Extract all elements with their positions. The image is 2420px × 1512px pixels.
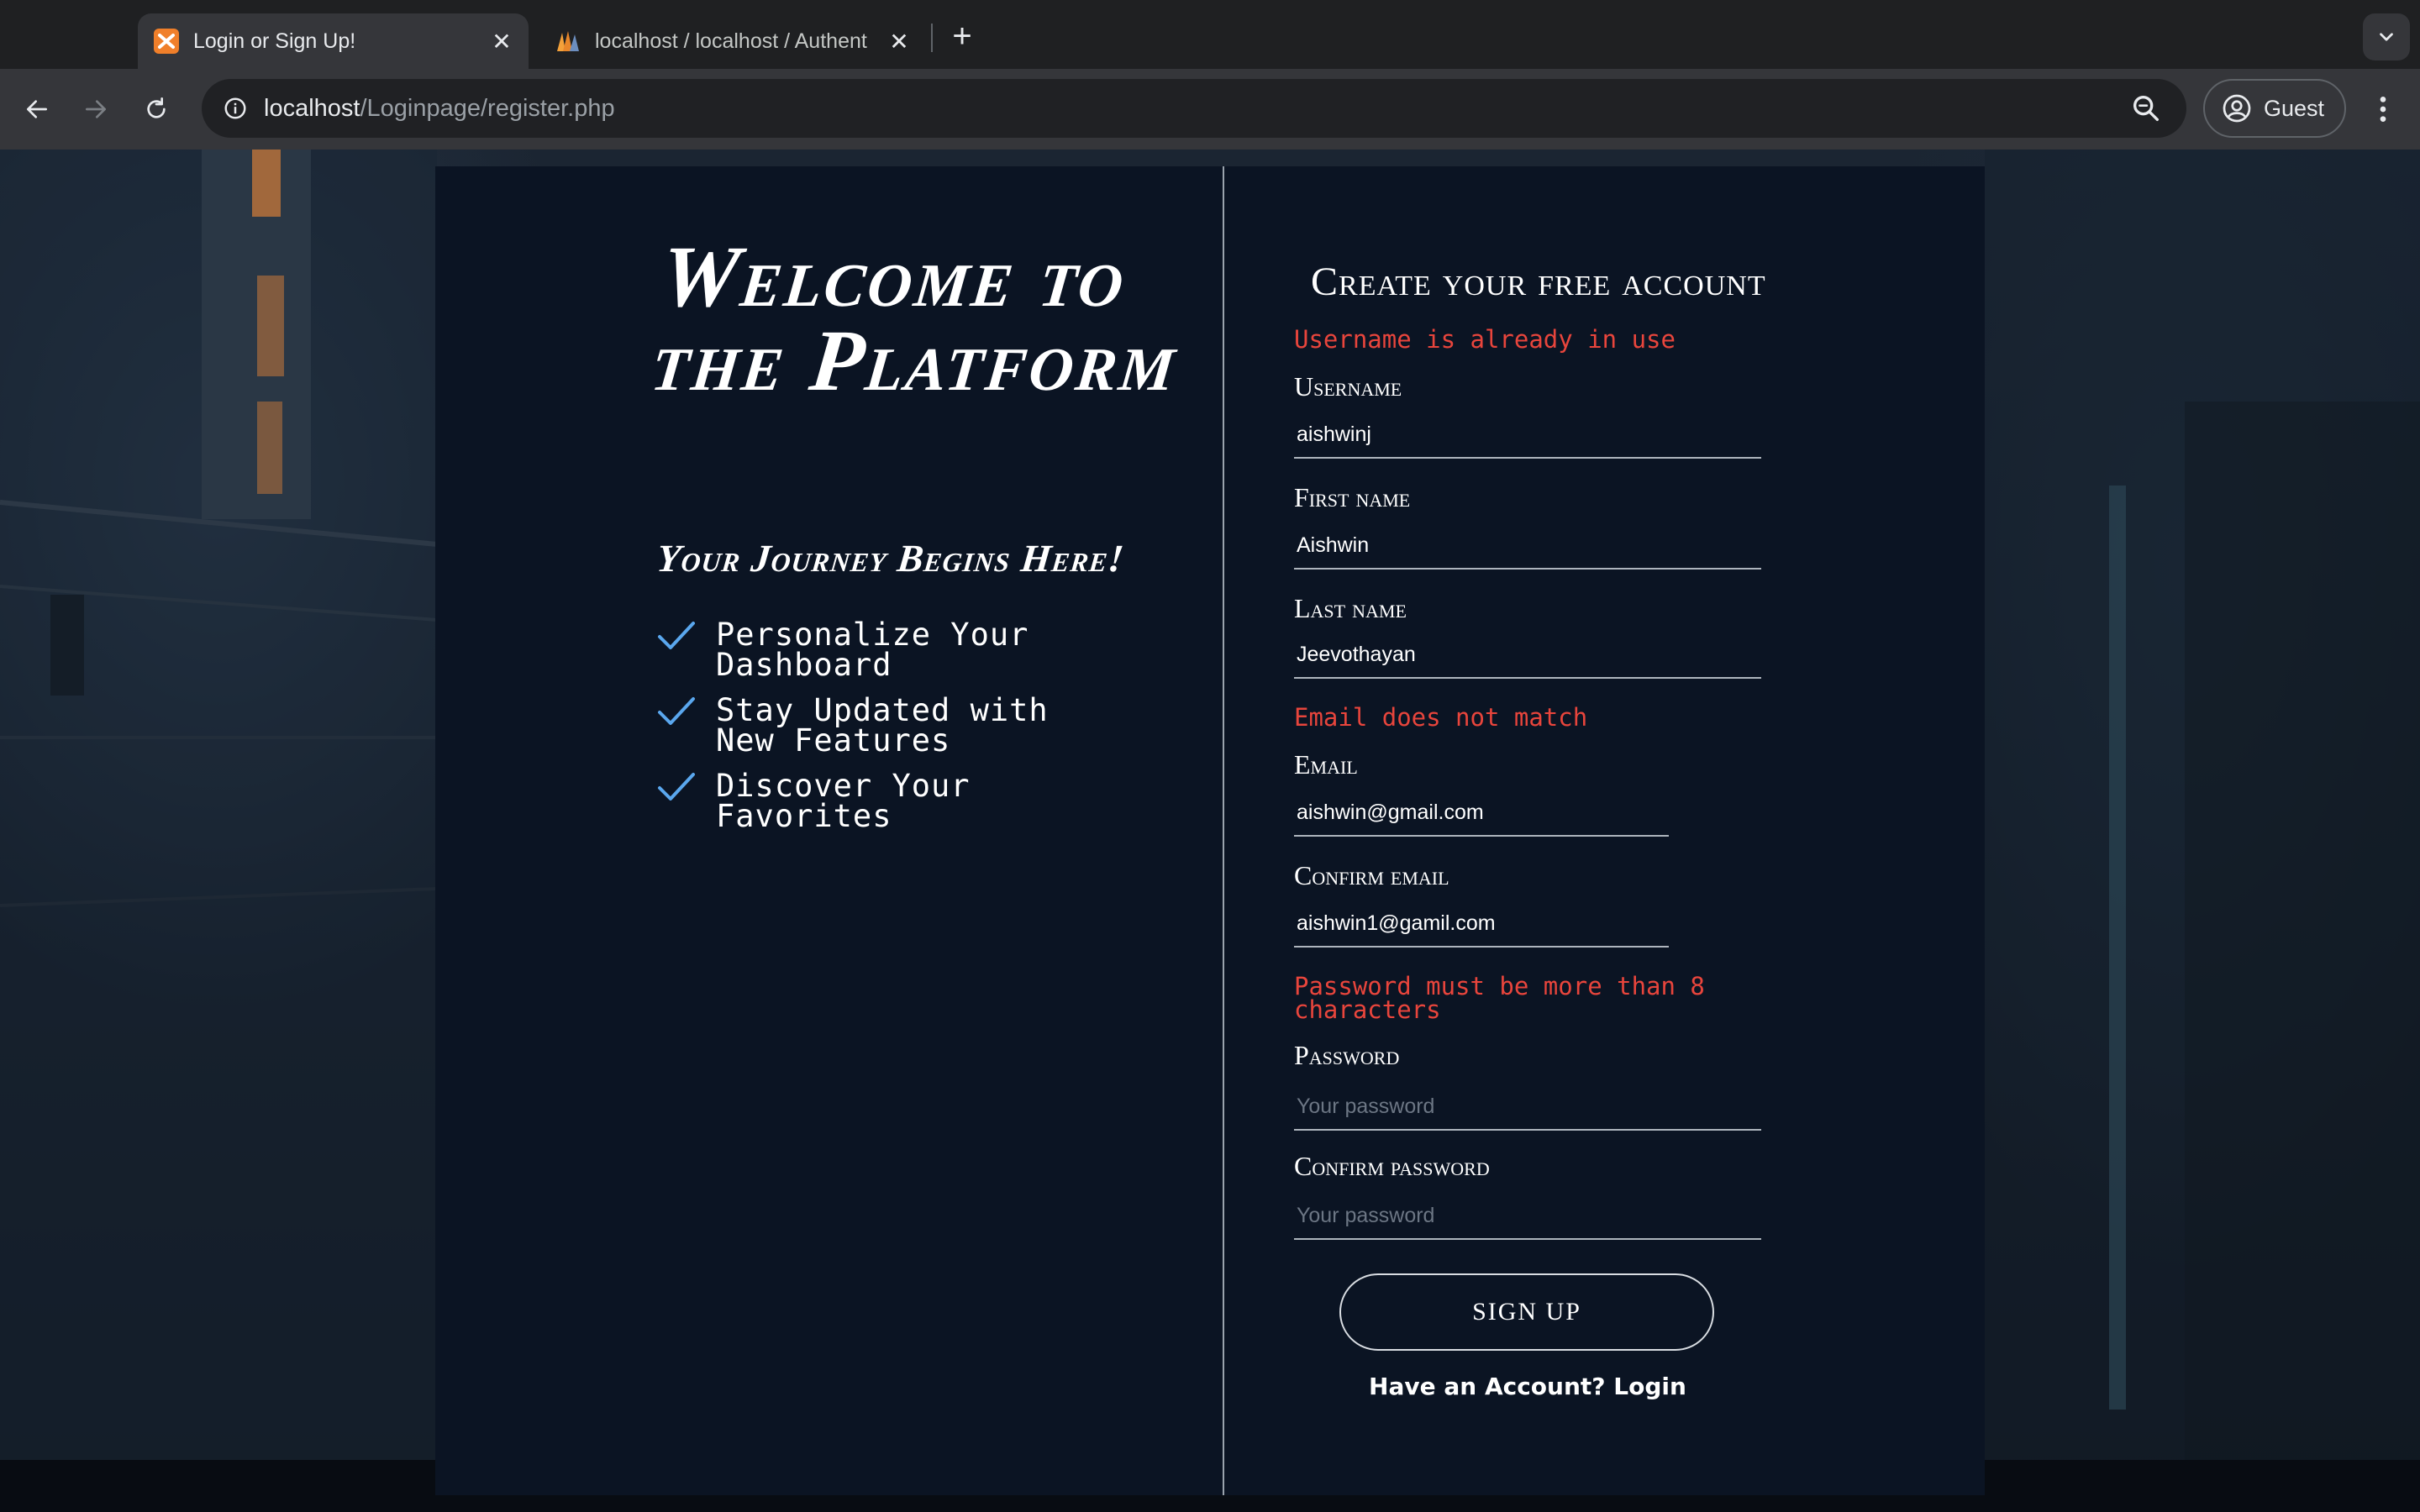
- tab-search-button[interactable]: [2363, 13, 2410, 60]
- feature-text: Discover Your Favorites: [716, 768, 971, 834]
- username-field[interactable]: [1294, 412, 1761, 459]
- confirm-password-label: Confirm password: [1294, 1151, 1490, 1181]
- chevron-down-icon: [2380, 33, 2393, 41]
- zoom-icon[interactable]: [2129, 92, 2163, 125]
- email-input[interactable]: [1294, 790, 1669, 835]
- checkmark-icon: [658, 697, 695, 725]
- reload-button[interactable]: [136, 89, 176, 129]
- browser-toolbar: localhost/Loginpage/register.php Guest: [0, 69, 2420, 150]
- new-tab-button[interactable]: +: [941, 15, 983, 57]
- last-name-label: Last name: [1294, 593, 1407, 623]
- kebab-menu-icon: [2380, 97, 2386, 122]
- profile-label: Guest: [2264, 95, 2325, 121]
- browser-tab-strip: Login or Sign Up! ✕ localhost / localhos…: [0, 0, 2420, 69]
- xampp-icon: [154, 29, 179, 54]
- username-error: Username is already in use: [1294, 325, 1676, 354]
- confirm-email-label: Confirm email: [1294, 860, 1449, 890]
- last-name-input[interactable]: [1294, 632, 1761, 677]
- username-label: Username: [1294, 371, 1402, 402]
- arrow-right-icon: [86, 100, 106, 118]
- form-title: Create your free account: [1311, 260, 1766, 304]
- browser-menu-button[interactable]: [2363, 89, 2403, 129]
- tab-title: Login or Sign Up!: [193, 29, 356, 53]
- email-error: Email does not match: [1294, 703, 1588, 732]
- url-text: localhost/Loginpage/register.php: [264, 79, 615, 138]
- last-name-field[interactable]: [1294, 632, 1761, 679]
- tab-login[interactable]: Login or Sign Up! ✕: [138, 13, 529, 69]
- url-path: /Loginpage/register.php: [360, 95, 615, 122]
- login-link[interactable]: Have an Account? Login: [1294, 1373, 1761, 1400]
- tab-separator: [931, 24, 933, 52]
- first-name-label: First name: [1294, 482, 1411, 512]
- back-button[interactable]: [17, 89, 57, 129]
- page-viewport: Welcome to the Platform Your Journey Beg…: [0, 150, 2420, 1512]
- info-icon: [224, 97, 246, 119]
- confirm-email-input[interactable]: [1294, 900, 1669, 946]
- confirm-email-field[interactable]: [1294, 900, 1669, 948]
- email-field[interactable]: [1294, 790, 1669, 837]
- first-name-input[interactable]: [1294, 522, 1761, 568]
- profile-button[interactable]: Guest: [2203, 79, 2346, 138]
- checkmark-icon: [658, 773, 695, 801]
- arrow-left-icon: [27, 100, 47, 118]
- forward-button[interactable]: [76, 89, 116, 129]
- close-icon[interactable]: ✕: [483, 23, 520, 60]
- checkmark-icon: [658, 622, 695, 649]
- username-input[interactable]: [1294, 412, 1761, 457]
- feature-text: Personalize Your Dashboard: [716, 617, 1029, 683]
- register-card: Welcome to the Platform Your Journey Beg…: [435, 166, 1985, 1495]
- sign-up-button[interactable]: SIGN UP: [1339, 1273, 1714, 1351]
- first-name-field[interactable]: [1294, 522, 1761, 570]
- feature-text: Stay Updated with New Features: [716, 692, 1049, 759]
- account-circle-icon: [2223, 94, 2251, 123]
- close-icon[interactable]: ✕: [881, 23, 918, 60]
- tab-title: localhost / localhost / Authent: [595, 29, 867, 53]
- address-bar[interactable]: localhost/Loginpage/register.php: [202, 79, 2186, 138]
- welcome-heading: Welcome to the Platform: [647, 228, 1183, 409]
- confirm-password-input[interactable]: [1294, 1193, 1761, 1238]
- password-input[interactable]: [1294, 1084, 1761, 1129]
- phpmyadmin-icon: [557, 31, 579, 51]
- reload-icon: [147, 97, 166, 118]
- site-info-button[interactable]: [215, 88, 255, 129]
- confirm-password-field[interactable]: [1294, 1193, 1761, 1240]
- tagline: Your Journey Begins Here!: [655, 537, 1127, 580]
- password-error: Password must be more than 8 characters: [1294, 972, 1705, 1024]
- panel-divider: [1223, 166, 1224, 1495]
- password-label: Password: [1294, 1040, 1400, 1070]
- url-host: localhost: [264, 95, 360, 122]
- password-field[interactable]: [1294, 1084, 1761, 1131]
- email-label: Email: [1294, 749, 1358, 780]
- tab-phpmyadmin[interactable]: localhost / localhost / Authent ✕: [539, 13, 926, 69]
